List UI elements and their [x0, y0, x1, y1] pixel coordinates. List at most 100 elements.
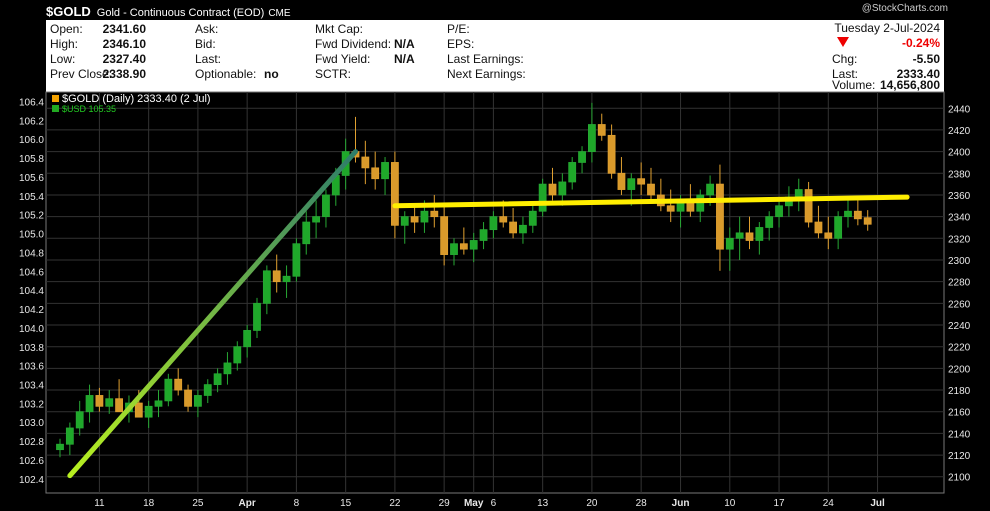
candle-body	[814, 221, 823, 234]
candle-body	[597, 124, 606, 136]
x-tick-label: 18	[143, 498, 155, 509]
candle-body	[745, 232, 754, 241]
left-tick-label: 103.0	[19, 418, 44, 429]
candle-body	[647, 183, 655, 196]
x-tick-label: 25	[192, 498, 204, 509]
x-tick-label: 28	[636, 498, 648, 509]
left-tick-label: 104.8	[19, 248, 44, 259]
candle-body	[400, 216, 409, 226]
candle-body	[716, 183, 724, 250]
candle-body	[371, 167, 380, 180]
left-tick-label: 106.4	[19, 97, 44, 108]
price-chart[interactable]: 2100212021402160218022002220224022602280…	[0, 0, 990, 511]
candle-body	[479, 229, 488, 241]
candle-body	[509, 221, 518, 234]
x-tick-label: 13	[537, 498, 549, 509]
right-tick-label: 2280	[948, 278, 971, 289]
x-tick-label: 20	[586, 498, 598, 509]
right-tick-label: 2440	[948, 104, 971, 115]
candle-body	[95, 395, 104, 407]
candle-body	[607, 134, 616, 174]
candle-body	[499, 216, 508, 223]
candle-body	[75, 411, 84, 429]
x-tick-label: 29	[439, 498, 451, 509]
candle-body	[765, 216, 774, 228]
left-tick-label: 104.4	[19, 286, 44, 297]
left-tick-label: 105.4	[19, 192, 44, 203]
candle-body	[578, 151, 586, 163]
candle-body	[528, 210, 537, 226]
x-tick-label: May	[464, 498, 484, 509]
candle-body	[134, 402, 143, 418]
x-tick-label: 17	[773, 498, 785, 509]
right-tick-label: 2160	[948, 408, 971, 419]
left-tick-label: 105.6	[19, 173, 44, 184]
x-tick-label: 10	[724, 498, 736, 509]
usd-legend-icon	[52, 105, 59, 112]
right-tick-label: 2340	[948, 213, 971, 224]
candle-body	[193, 395, 202, 407]
right-tick-label: 2180	[948, 386, 971, 397]
candle-body	[617, 172, 626, 190]
right-tick-label: 2140	[948, 429, 971, 440]
right-tick-label: 2320	[948, 234, 971, 245]
candle-body	[420, 210, 429, 223]
candle-body	[519, 224, 527, 234]
candle-body	[312, 216, 321, 223]
x-tick-label: 11	[94, 498, 105, 509]
left-tick-label: 102.8	[19, 437, 44, 448]
right-tick-label: 2420	[948, 126, 971, 137]
candle-body	[588, 124, 596, 153]
candle-body	[666, 205, 675, 212]
left-tick-label: 105.0	[19, 230, 44, 241]
right-tick-label: 2120	[948, 451, 971, 462]
left-tick-label: 102.4	[19, 475, 44, 486]
candle-body	[568, 162, 577, 183]
legend-usd: $USD 105.35	[62, 104, 116, 114]
left-tick-label: 105.2	[19, 211, 44, 222]
candle-body	[233, 346, 242, 364]
candle-body	[834, 216, 843, 239]
x-tick-label: Jul	[870, 498, 885, 509]
left-tick-label: 104.6	[19, 267, 44, 278]
candle-body	[184, 389, 192, 407]
x-tick-label: Jun	[672, 498, 690, 509]
left-tick-label: 105.8	[19, 154, 44, 165]
candle-body	[361, 156, 370, 169]
candle-body	[794, 189, 803, 198]
right-tick-label: 2300	[948, 256, 971, 267]
candle-body	[282, 275, 291, 283]
candle-body	[203, 384, 212, 396]
left-tick-label: 106.0	[19, 135, 44, 146]
candle-body	[844, 210, 852, 218]
candle-body	[469, 240, 478, 250]
candle-body	[450, 243, 458, 255]
x-tick-label: 22	[389, 498, 401, 509]
left-tick-label: 104.0	[19, 324, 44, 335]
x-tick-label: 8	[294, 498, 300, 509]
candle-body	[144, 405, 153, 418]
left-tick-label: 104.2	[19, 305, 44, 316]
candle-body	[105, 398, 114, 407]
candle-body	[56, 443, 64, 451]
candle-body	[410, 216, 419, 223]
candle-body	[85, 395, 94, 413]
x-tick-label: 6	[491, 498, 497, 509]
candle-body	[243, 330, 252, 348]
candle-body	[272, 270, 281, 283]
left-tick-label: 103.2	[19, 399, 44, 410]
right-tick-label: 2100	[948, 473, 971, 484]
candle-body	[755, 227, 764, 241]
candle-body	[253, 302, 261, 331]
candle-body	[213, 373, 222, 386]
right-tick-label: 2200	[948, 364, 971, 375]
candle-body	[489, 216, 498, 231]
right-tick-label: 2260	[948, 299, 971, 310]
candle-body	[558, 181, 567, 196]
right-tick-label: 2360	[948, 191, 971, 202]
candle-body	[292, 243, 301, 277]
candle-body	[390, 162, 399, 226]
candle-body	[440, 216, 449, 255]
left-tick-label: 102.6	[19, 456, 44, 467]
candle-body	[223, 362, 232, 375]
